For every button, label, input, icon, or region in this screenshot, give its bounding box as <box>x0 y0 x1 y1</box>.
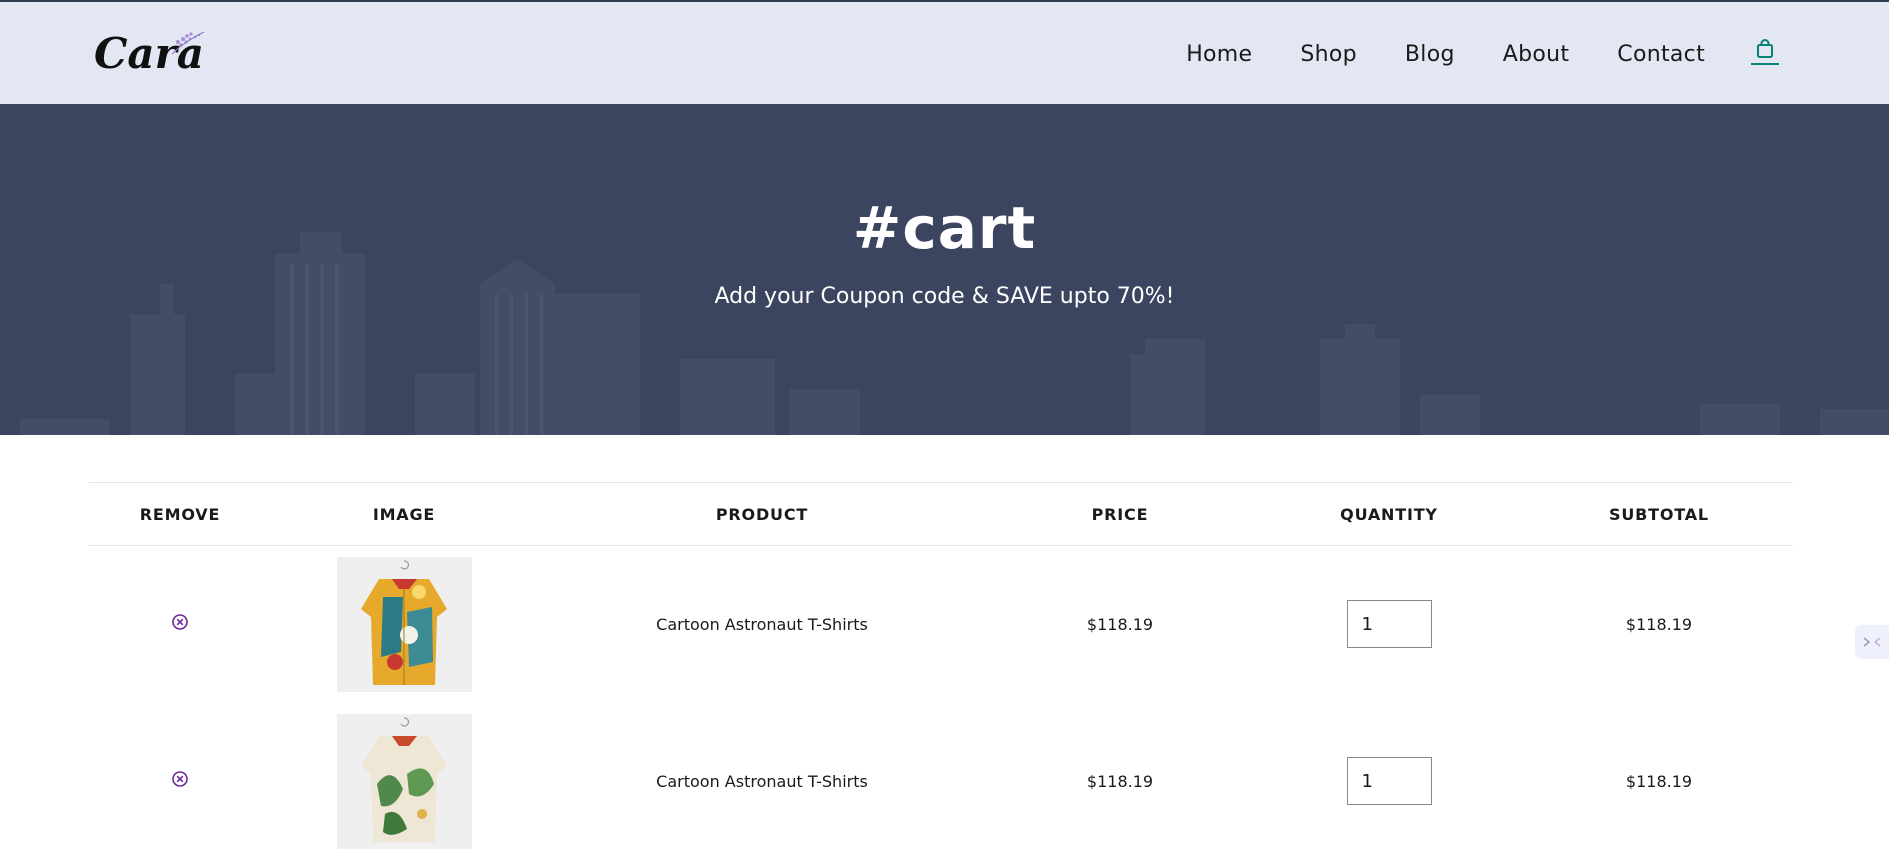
table-row: Cartoon Astronaut T-Shirts $118.19 $118.… <box>89 703 1793 860</box>
image-cell <box>271 703 537 860</box>
main-nav: Home Shop Blog About Contact <box>1138 2 1779 106</box>
quantity-input[interactable] <box>1346 600 1432 649</box>
col-header-image: IMAGE <box>271 482 537 546</box>
quantity-cell <box>1253 703 1525 860</box>
floating-widget-button[interactable] <box>1855 625 1889 659</box>
image-cell <box>271 546 537 703</box>
product-name[interactable]: Cartoon Astronaut T-Shirts <box>537 703 987 860</box>
row-subtotal: $118.19 <box>1625 614 1693 634</box>
nav-cart[interactable] <box>1751 39 1779 69</box>
cart-table: REMOVE IMAGE PRODUCT PRICE QUANTITY SUBT… <box>89 482 1793 860</box>
product-image[interactable] <box>336 713 472 849</box>
col-header-quantity: QUANTITY <box>1253 482 1525 546</box>
product-image[interactable] <box>336 556 472 692</box>
cart-section: REMOVE IMAGE PRODUCT PRICE QUANTITY SUBT… <box>89 482 1793 860</box>
nav-about[interactable]: About <box>1503 42 1570 67</box>
nav-home[interactable]: Home <box>1186 42 1252 67</box>
remove-cell <box>89 703 271 860</box>
product-price: $118.19 <box>1086 614 1154 634</box>
hero-title: #cart <box>852 194 1037 262</box>
table-row: Cartoon Astronaut T-Shirts $118.19 $118.… <box>89 546 1793 703</box>
col-header-subtotal: SUBTOTAL <box>1525 482 1793 546</box>
col-header-product: PRODUCT <box>537 482 987 546</box>
active-underline <box>1751 63 1779 65</box>
collapse-arrows-icon <box>1863 637 1881 647</box>
shopping-bag-icon <box>1757 39 1773 58</box>
remove-circle-icon[interactable] <box>170 612 190 632</box>
hero-subtitle: Add your Coupon code & SAVE upto 70%! <box>714 284 1175 309</box>
cara-logo[interactable]: Cara <box>92 26 212 76</box>
site-header: Cara Home Shop Blog About Contact <box>0 0 1889 104</box>
row-subtotal: $118.19 <box>1625 771 1693 791</box>
product-price: $118.19 <box>1086 771 1154 791</box>
col-header-remove: REMOVE <box>89 482 271 546</box>
page-hero: #cart Add your Coupon code & SAVE upto 7… <box>0 104 1889 435</box>
quantity-input[interactable] <box>1346 757 1432 805</box>
col-header-price: PRICE <box>987 482 1253 546</box>
product-name[interactable]: Cartoon Astronaut T-Shirts <box>537 546 987 703</box>
nav-contact[interactable]: Contact <box>1617 42 1705 67</box>
table-header-row: REMOVE IMAGE PRODUCT PRICE QUANTITY SUBT… <box>89 482 1793 546</box>
nav-blog[interactable]: Blog <box>1405 42 1455 67</box>
quantity-cell <box>1253 546 1525 703</box>
nav-shop[interactable]: Shop <box>1300 42 1357 67</box>
remove-cell <box>89 546 271 703</box>
city-skyline-background <box>20 232 1889 435</box>
remove-circle-icon[interactable] <box>170 769 190 789</box>
